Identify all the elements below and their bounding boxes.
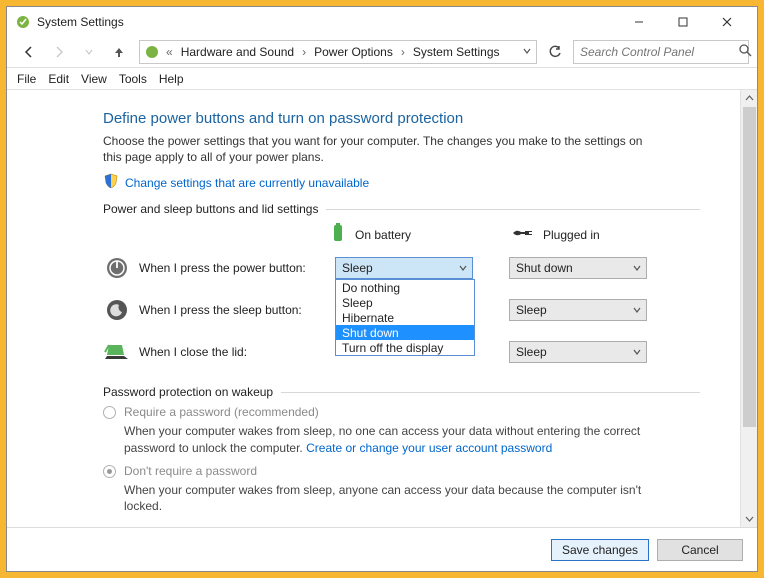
recent-dropdown[interactable]: [75, 39, 103, 65]
scroll-pane: Define power buttons and turn on passwor…: [7, 89, 740, 527]
titlebar: System Settings: [7, 7, 757, 37]
sleep-button-icon: [103, 298, 131, 322]
maximize-button[interactable]: [661, 8, 705, 36]
chevron-right-icon: ›: [300, 45, 308, 59]
chevron-down-icon: [632, 346, 642, 360]
app-icon: [15, 14, 31, 30]
menu-edit[interactable]: Edit: [48, 72, 69, 86]
row-label: When I close the lid:: [139, 345, 327, 359]
breadcrumb-item[interactable]: System Settings: [411, 45, 502, 59]
chevron-right-icon: ›: [399, 45, 407, 59]
lid-plugged-select[interactable]: Sleep: [509, 341, 647, 363]
section-title: Password protection on wakeup: [103, 385, 273, 399]
radio-dont-require-password: [103, 465, 116, 478]
selected-value: Sleep: [342, 261, 373, 275]
breadcrumb-item[interactable]: Hardware and Sound: [179, 45, 296, 59]
search-icon[interactable]: [739, 44, 752, 60]
vertical-scrollbar[interactable]: [740, 89, 757, 527]
divider: [281, 392, 700, 393]
radio-label: Require a password (recommended): [124, 405, 319, 419]
row-label: When I press the sleep button:: [139, 303, 327, 317]
breadcrumb-icon: [144, 44, 160, 60]
col-plugged-in: Plugged in: [543, 228, 600, 242]
power-button-icon: [103, 256, 131, 280]
selected-value: Shut down: [516, 261, 573, 275]
row-label: When I press the power button:: [139, 261, 327, 275]
scrollbar-thumb[interactable]: [743, 107, 756, 427]
radio-description: When your computer wakes from sleep, any…: [124, 482, 644, 514]
content-area: Define power buttons and turn on passwor…: [7, 89, 757, 527]
scroll-down-icon[interactable]: [741, 510, 757, 527]
menu-help[interactable]: Help: [159, 72, 184, 86]
search-input[interactable]: [578, 44, 739, 60]
forward-button[interactable]: [45, 39, 73, 65]
close-button[interactable]: [705, 8, 749, 36]
scroll-up-icon[interactable]: [741, 90, 757, 107]
shield-icon: [103, 173, 119, 192]
breadcrumb[interactable]: « Hardware and Sound › Power Options › S…: [139, 40, 537, 64]
dropdown-option[interactable]: Turn off the display: [336, 340, 474, 355]
footer: Save changes Cancel: [7, 527, 757, 571]
page-heading: Define power buttons and turn on passwor…: [103, 110, 700, 127]
menu-view[interactable]: View: [81, 72, 107, 86]
search-box[interactable]: [573, 40, 749, 64]
selected-value: Sleep: [516, 345, 547, 359]
back-button[interactable]: [15, 39, 43, 65]
radio-require-password: [103, 406, 116, 419]
addressbar: « Hardware and Sound › Power Options › S…: [7, 37, 757, 67]
chevron-down-icon[interactable]: [522, 45, 532, 59]
radio-label: Don't require a password: [124, 464, 257, 478]
chevron-down-icon: [632, 304, 642, 318]
up-button[interactable]: [105, 39, 133, 65]
dropdown-option[interactable]: Hibernate: [336, 310, 474, 325]
menu-file[interactable]: File: [17, 72, 36, 86]
cancel-button[interactable]: Cancel: [657, 539, 743, 561]
refresh-button[interactable]: [543, 40, 567, 64]
change-settings-link[interactable]: Change settings that are currently unava…: [125, 176, 369, 190]
save-button[interactable]: Save changes: [551, 539, 649, 561]
account-password-link[interactable]: Create or change your user account passw…: [306, 441, 552, 455]
power-button-battery-select[interactable]: Sleep Do nothing Sleep Hibernate Shut do…: [335, 257, 473, 279]
radio-description: When your computer wakes from sleep, no …: [124, 423, 644, 455]
page-intro: Choose the power settings that you want …: [103, 133, 663, 165]
divider: [326, 209, 700, 210]
window: System Settings « Hardware and Sound › P…: [6, 6, 758, 572]
col-on-battery: On battery: [355, 228, 411, 242]
lid-icon: [103, 342, 131, 362]
breadcrumb-item[interactable]: Power Options: [312, 45, 395, 59]
dropdown-option[interactable]: Shut down: [336, 325, 474, 340]
chevron-left-icon: «: [164, 45, 175, 59]
minimize-button[interactable]: [617, 8, 661, 36]
section-title: Power and sleep buttons and lid settings: [103, 202, 318, 216]
menu-bar: File Edit View Tools Help: [7, 67, 757, 89]
window-title: System Settings: [37, 15, 124, 29]
menu-tools[interactable]: Tools: [119, 72, 147, 86]
dropdown-option[interactable]: Do nothing: [336, 280, 474, 295]
plug-icon: [511, 226, 533, 243]
dropdown-option[interactable]: Sleep: [336, 295, 474, 310]
power-button-plugged-select[interactable]: Shut down: [509, 257, 647, 279]
selected-value: Sleep: [516, 303, 547, 317]
sleep-button-plugged-select[interactable]: Sleep: [509, 299, 647, 321]
dropdown-list: Do nothing Sleep Hibernate Shut down Tur…: [335, 279, 475, 356]
chevron-down-icon: [632, 262, 642, 276]
battery-icon: [331, 222, 345, 247]
chevron-down-icon: [458, 262, 468, 276]
